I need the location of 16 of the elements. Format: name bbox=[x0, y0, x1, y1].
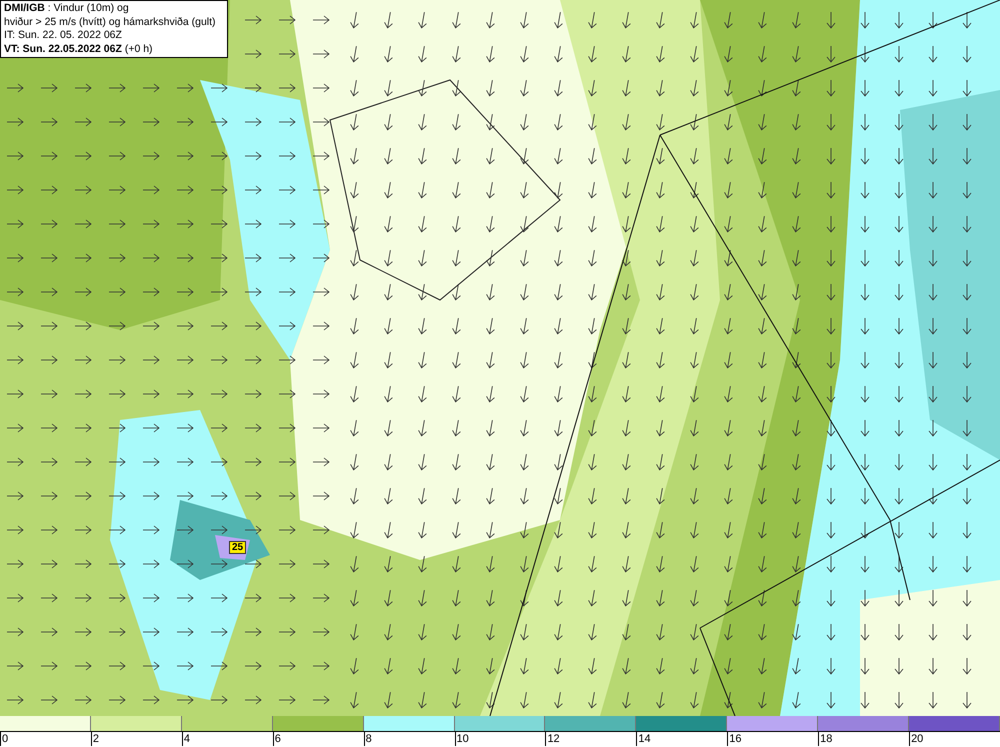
info-line: IT: Sun. 22. 05. 2022 06Z bbox=[4, 29, 123, 42]
gust-label: 25 bbox=[229, 541, 246, 554]
scale-tick-label: 18 bbox=[820, 733, 832, 746]
info-line: DMI/IGB : Vindur (10m) og bbox=[4, 2, 130, 16]
info-line: VT: Sun. 22.05.2022 06Z (+0 h) bbox=[4, 42, 154, 56]
scale-tick-label: 4 bbox=[184, 733, 190, 746]
scale-tick-label: 8 bbox=[366, 733, 372, 746]
scale-tick-label: 6 bbox=[274, 733, 281, 746]
scale-tick-label: 10 bbox=[456, 733, 469, 746]
scale-tick-label: 16 bbox=[729, 733, 742, 746]
scale-tick-label: 14 bbox=[638, 733, 651, 746]
info-line: hviður > 25 m/s (hvítt) og hámarkshviða (gult) bbox=[4, 16, 217, 29]
scale-tick-label: 20 bbox=[911, 733, 924, 746]
scale-tick-label: 12 bbox=[547, 733, 560, 746]
scale-tick-label: 0 bbox=[2, 733, 8, 746]
scale-tick-label: 2 bbox=[92, 733, 100, 746]
